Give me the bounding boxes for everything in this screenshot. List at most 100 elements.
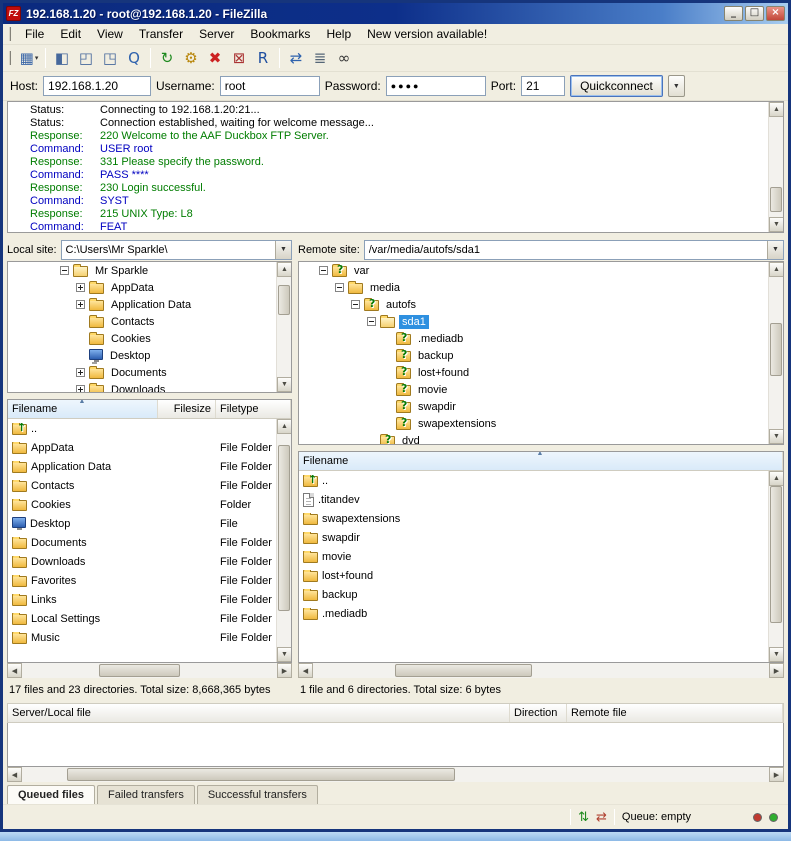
username-input[interactable] — [220, 76, 320, 96]
queue-horizontal-scrollbar[interactable]: ◀▶ — [7, 767, 784, 782]
close-button[interactable]: × — [766, 6, 785, 21]
menu-item-new-version-available[interactable]: New version available! — [359, 24, 495, 44]
remote-file-row-titandev[interactable]: .titandev — [299, 490, 783, 509]
local-file-row-documents[interactable]: DocumentsFile Folder — [8, 533, 291, 552]
remote-tree-item-swapdir[interactable]: swapdir — [299, 398, 783, 415]
menubar-grip[interactable] — [9, 27, 12, 41]
toggle-transfer-queue-icon[interactable]: Q — [122, 47, 146, 69]
remote-file-row-swapextensions[interactable]: swapextensions — [299, 509, 783, 528]
scroll-thumb[interactable] — [770, 486, 782, 623]
remote-tree-item-backup[interactable]: backup — [299, 347, 783, 364]
scroll-thumb[interactable] — [395, 664, 532, 677]
scroll-arrow-icon[interactable]: ▲ — [769, 102, 784, 117]
local-column-header-filesize[interactable]: Filesize — [158, 400, 216, 418]
local-tree-item-cookies[interactable]: Cookies — [8, 330, 291, 347]
local-file-row-desktop[interactable]: DesktopFile — [8, 514, 291, 533]
local-tree-item-desktop[interactable]: Desktop — [8, 347, 291, 364]
local-list-scrollbar[interactable]: ▲▼ — [276, 419, 291, 662]
find-files-icon[interactable]: ∞ — [332, 47, 356, 69]
disconnect-icon[interactable]: ⊠ — [227, 47, 251, 69]
scroll-arrow-icon[interactable]: ▼ — [277, 647, 292, 662]
remote-tree-item-var[interactable]: var — [299, 262, 783, 279]
local-file-row-application-data[interactable]: Application DataFile Folder — [8, 457, 291, 476]
collapse-icon[interactable] — [60, 266, 69, 275]
scroll-arrow-icon[interactable]: ▼ — [769, 429, 784, 444]
remote-tree-item-swapextensions[interactable]: swapextensions — [299, 415, 783, 432]
port-input[interactable] — [521, 76, 565, 96]
remote-file-row-item[interactable]: .. — [299, 471, 783, 490]
menu-item-help[interactable]: Help — [318, 24, 359, 44]
scroll-arrow-icon[interactable]: ▶ — [277, 663, 292, 678]
local-tree-item-application-data[interactable]: Application Data — [8, 296, 291, 313]
scroll-arrow-icon[interactable]: ◀ — [7, 767, 22, 782]
collapse-icon[interactable] — [335, 283, 344, 292]
menu-item-transfer[interactable]: Transfer — [131, 24, 191, 44]
toggle-remote-tree-icon[interactable]: ◳ — [98, 47, 122, 69]
local-file-row-appdata[interactable]: AppDataFile Folder — [8, 438, 291, 457]
chevron-down-icon[interactable]: ▼ — [767, 241, 783, 259]
expand-icon[interactable] — [76, 300, 85, 309]
scroll-arrow-icon[interactable]: ▲ — [769, 262, 784, 277]
transfer-queue-body[interactable] — [7, 723, 784, 767]
maximize-button[interactable]: □ — [745, 6, 764, 21]
scroll-arrow-icon[interactable]: ◀ — [7, 663, 22, 678]
remote-column-header-filename[interactable]: Filename▲ — [299, 452, 783, 470]
remote-file-row-movie[interactable]: movie — [299, 547, 783, 566]
remote-file-row-mediadb[interactable]: .mediadb — [299, 604, 783, 623]
remote-file-row-swapdir[interactable]: swapdir — [299, 528, 783, 547]
queue-column-header-remote-file[interactable]: Remote file — [567, 704, 783, 722]
cancel-icon[interactable]: ✖ — [203, 47, 227, 69]
remote-list-scrollbar[interactable]: ▲▼ — [768, 471, 783, 662]
local-horizontal-scrollbar[interactable]: ◀▶ — [7, 663, 292, 678]
speed-limits-icon[interactable]: ⇅ — [578, 811, 589, 824]
scroll-thumb[interactable] — [67, 768, 455, 781]
directory-comparison-status-icon[interactable]: ⇄ — [596, 811, 607, 824]
scroll-arrow-icon[interactable]: ▶ — [769, 767, 784, 782]
toolbar-grip[interactable] — [9, 51, 12, 65]
local-file-row-music[interactable]: MusicFile Folder — [8, 628, 291, 647]
synchronized-browsing-icon[interactable]: ≣ — [308, 47, 332, 69]
tab-queued-files[interactable]: Queued files — [7, 785, 95, 804]
tab-failed-transfers[interactable]: Failed transfers — [97, 785, 195, 804]
site-manager-icon[interactable]: ▦▾ — [17, 47, 41, 69]
directory-comparison-icon[interactable]: ⇄ — [284, 47, 308, 69]
scroll-arrow-icon[interactable]: ◀ — [298, 663, 313, 678]
scroll-arrow-icon[interactable]: ▼ — [277, 377, 292, 392]
local-file-row-favorites[interactable]: FavoritesFile Folder — [8, 571, 291, 590]
chevron-down-icon[interactable]: ▼ — [275, 241, 291, 259]
remote-tree-item-autofs[interactable]: autofs — [299, 296, 783, 313]
local-site-combo[interactable]: C:\Users\Mr Sparkle\ ▼ — [61, 240, 292, 260]
toggle-message-log-icon[interactable]: ◧ — [50, 47, 74, 69]
local-tree-item-contacts[interactable]: Contacts — [8, 313, 291, 330]
scroll-arrow-icon[interactable]: ▼ — [769, 217, 784, 232]
tab-successful-transfers[interactable]: Successful transfers — [197, 785, 318, 804]
remote-tree-item-mediadb[interactable]: .mediadb — [299, 330, 783, 347]
menu-item-view[interactable]: View — [89, 24, 131, 44]
scroll-arrow-icon[interactable]: ▶ — [769, 663, 784, 678]
local-tree-item-documents[interactable]: Documents — [8, 364, 291, 381]
local-file-row-links[interactable]: LinksFile Folder — [8, 590, 291, 609]
local-column-header-filetype[interactable]: Filetype — [216, 400, 291, 418]
scroll-arrow-icon[interactable]: ▲ — [277, 262, 292, 277]
process-queue-icon[interactable]: ⚙ — [179, 47, 203, 69]
remote-file-row-lost-found[interactable]: lost+found — [299, 566, 783, 585]
remote-tree-item-movie[interactable]: movie — [299, 381, 783, 398]
password-input[interactable] — [386, 76, 486, 96]
scroll-thumb[interactable] — [99, 664, 181, 677]
menu-item-server[interactable]: Server — [191, 24, 242, 44]
quickconnect-dropdown-button[interactable]: ▼ — [668, 75, 685, 97]
local-file-row-item[interactable]: .. — [8, 419, 291, 438]
scroll-arrow-icon[interactable]: ▲ — [277, 419, 292, 434]
scroll-thumb[interactable] — [278, 445, 290, 611]
local-tree-item-mr-sparkle[interactable]: Mr Sparkle — [8, 262, 291, 279]
quickconnect-button[interactable]: Quickconnect — [570, 75, 663, 97]
remote-tree-item-lost-found[interactable]: lost+found — [299, 364, 783, 381]
local-tree-item-appdata[interactable]: AppData — [8, 279, 291, 296]
local-file-row-downloads[interactable]: DownloadsFile Folder — [8, 552, 291, 571]
remote-tree-item-media[interactable]: media — [299, 279, 783, 296]
local-file-row-cookies[interactable]: CookiesFolder — [8, 495, 291, 514]
queue-column-header-server-local-file[interactable]: Server/Local file — [8, 704, 510, 722]
scroll-arrow-icon[interactable]: ▼ — [769, 647, 784, 662]
local-column-header-filename[interactable]: Filename▲ — [8, 400, 158, 418]
remote-horizontal-scrollbar[interactable]: ◀▶ — [298, 663, 784, 678]
